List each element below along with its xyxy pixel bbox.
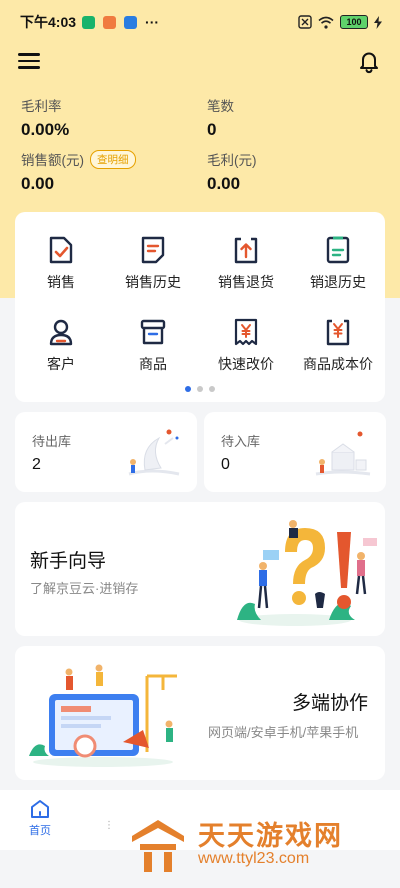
sales-return-icon: [234, 237, 258, 264]
menu-item-label: 快速改价: [218, 356, 274, 372]
sim-card-icon: [298, 15, 312, 29]
status-more: ···: [145, 14, 160, 30]
banner-title: 新手向导: [30, 551, 107, 572]
stat-sales-amount: 销售额(元) 查明细 0.00: [21, 149, 136, 194]
battery-indicator: 100: [340, 15, 368, 29]
site-watermark: 天天游戏网 www.ttyl23.com: [120, 810, 390, 880]
app-notification-icon: [103, 15, 117, 29]
menu-item-sales-history[interactable]: 销售历史: [107, 236, 199, 292]
page-dot-active[interactable]: [185, 386, 191, 392]
quick-price-icon: [234, 318, 258, 346]
page-indicator: [15, 386, 385, 392]
hamburger-icon: [18, 53, 40, 56]
charging-icon: [374, 15, 382, 29]
collaboration-illustration: [29, 664, 177, 767]
menu-item-label: 销售退货: [218, 274, 274, 290]
stat-value: 0.00: [207, 174, 241, 193]
stat-label-row: 销售额(元) 查明细: [21, 149, 136, 169]
stat-gross-profit: 毛利(元) 0.00: [207, 149, 257, 194]
hamburger-icon: [18, 66, 40, 69]
stat-label: 销售额(元): [21, 153, 84, 168]
menu-item-label: 客户: [47, 356, 75, 372]
stat-value: 0: [207, 120, 217, 139]
multi-device-banner[interactable]: 多端协作 网页端/安卓手机/苹果手机: [15, 646, 385, 780]
menu-item-return-history[interactable]: 销退历史: [292, 236, 384, 292]
sales-doc-check-icon: [49, 236, 73, 264]
status-bar: 下午4:03 ··· 100: [0, 0, 400, 44]
menu-item-label: 销售: [47, 274, 75, 290]
stat-label: 毛利(元): [207, 153, 257, 168]
page-dot[interactable]: [197, 386, 203, 392]
stat-value: 0.00: [21, 174, 55, 193]
watermark-name: 天天游戏网: [198, 821, 343, 851]
watermark-url: www.ttyl23.com: [198, 850, 310, 867]
view-detail-button[interactable]: 查明细: [90, 149, 136, 169]
menu-item-label: 商品: [139, 356, 167, 372]
return-history-icon: [326, 236, 350, 264]
pending-outbound-card[interactable]: 待出库 2: [15, 412, 197, 492]
menu-item-product[interactable]: 商品: [107, 318, 199, 374]
stat-gross-margin-rate: 毛利率 0.00%: [21, 95, 69, 140]
notification-bell-icon[interactable]: [356, 48, 382, 74]
status-right: 100: [298, 15, 382, 29]
top-bar: [0, 44, 400, 80]
watermark-logo: [132, 820, 184, 872]
banner-subtitle: 网页端/安卓手机/苹果手机: [208, 725, 359, 740]
tab-label: 首页: [29, 825, 51, 837]
page-dot[interactable]: [209, 386, 215, 392]
menu-item-customer[interactable]: 客户: [15, 318, 107, 374]
menu-item-sales-return[interactable]: 销售退货: [200, 236, 292, 292]
home-icon: [31, 800, 49, 818]
function-menu-card: 销售 销售历史 销售退货 销退历史 客户 商品 快速改价 商品成本价: [15, 212, 385, 402]
menu-item-label: 商品成本价: [303, 356, 373, 372]
banner-subtitle: 了解京豆云·进销存: [30, 581, 139, 596]
menu-item-quick-price[interactable]: 快速改价: [200, 318, 292, 374]
stat-label: 毛利率: [21, 99, 62, 114]
stat-label: 笔数: [207, 99, 234, 114]
stat-order-count: 笔数 0: [207, 95, 234, 140]
pending-inbound-card[interactable]: 待入库 0: [204, 412, 386, 492]
banner-title: 多端协作: [292, 693, 369, 714]
inbound-illustration: [315, 431, 371, 476]
beginner-guide-banner[interactable]: 新手向导 了解京豆云·进销存: [15, 502, 385, 636]
hamburger-icon: [18, 59, 40, 63]
stock-label: 待出库: [32, 434, 72, 449]
product-box-icon: [140, 319, 166, 345]
product-cost-icon: [326, 319, 350, 346]
status-time: 下午4:03: [20, 14, 77, 30]
customer-icon: [49, 319, 73, 346]
tab-more-indicator: ⋮: [104, 820, 114, 831]
app-notification-icon: [124, 15, 138, 29]
app-notification-icon: [82, 15, 96, 29]
wifi-icon: [318, 16, 334, 29]
menu-item-product-cost[interactable]: 商品成本价: [292, 318, 384, 374]
sales-history-icon: [141, 236, 165, 264]
stock-value: 0: [221, 456, 230, 473]
stock-value: 2: [32, 456, 41, 473]
tab-home[interactable]: 首页: [20, 798, 60, 838]
menu-item-label: 销售历史: [125, 274, 181, 290]
menu-item-label: 销退历史: [310, 274, 366, 290]
question-mark-illustration: [237, 520, 377, 626]
menu-item-sales[interactable]: 销售: [15, 236, 107, 292]
outbound-illustration: [128, 429, 180, 476]
stat-value: 0.00%: [21, 120, 70, 139]
menu-button[interactable]: [18, 50, 40, 72]
stock-label: 待入库: [221, 434, 261, 449]
